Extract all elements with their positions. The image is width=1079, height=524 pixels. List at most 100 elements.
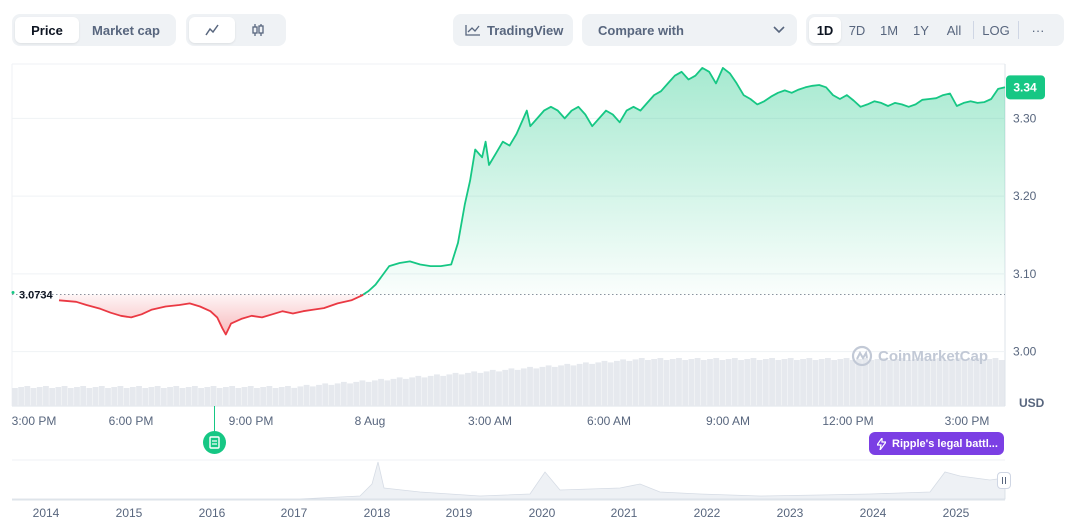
volume-bar	[55, 387, 62, 406]
volume-bar	[762, 359, 769, 406]
drag-handle-icon	[1002, 477, 1006, 484]
volume-bar	[514, 369, 521, 406]
y-tick-label: 3.00	[1013, 345, 1037, 359]
watermark: CoinMarketCap	[851, 345, 988, 367]
navigator-year-label: 2018	[364, 506, 391, 520]
x-tick-label: 9:00 AM	[706, 414, 750, 428]
volume-bar	[812, 360, 819, 406]
volume-bar	[713, 358, 720, 406]
watermark-text: CoinMarketCap	[878, 347, 989, 365]
volume-bar	[645, 360, 651, 406]
volume-bar	[384, 380, 391, 406]
volume-bar	[247, 386, 254, 406]
volume-bar	[328, 384, 335, 406]
volume-bar	[452, 372, 459, 406]
y-tick-label: 3.10	[1013, 267, 1037, 281]
volume-bar	[67, 388, 74, 406]
volume-bar	[607, 362, 614, 406]
volume-bar	[191, 386, 198, 406]
volume-bar	[818, 359, 825, 406]
volume-bar	[781, 359, 788, 406]
unit-label: USD	[1019, 396, 1045, 410]
x-tick-label: 12:00 PM	[822, 414, 873, 428]
volume-bar	[465, 372, 471, 406]
volume-bar	[564, 363, 571, 406]
volume-bar	[235, 388, 242, 406]
volume-bar	[663, 360, 670, 406]
navigator-year-label: 2024	[860, 506, 887, 520]
navigator-handle[interactable]	[997, 472, 1011, 489]
volume-bar	[688, 359, 695, 406]
navigator-year-label: 2022	[694, 506, 721, 520]
volume-bar	[396, 377, 403, 406]
volume-bar	[738, 360, 744, 406]
volume-bar	[30, 388, 37, 406]
volume-bar	[179, 388, 186, 406]
volume-bar	[148, 387, 155, 406]
lightning-icon	[877, 437, 886, 450]
volume-bar	[111, 387, 118, 406]
volume-bar	[409, 377, 416, 406]
volume-bar	[285, 386, 291, 406]
volume-bar	[136, 386, 142, 406]
volume-bar	[303, 384, 310, 406]
volume-bar	[601, 360, 608, 406]
volume-bar	[24, 386, 31, 406]
volume-bar	[725, 359, 732, 406]
volume-bar	[185, 387, 192, 406]
volume-bar	[582, 362, 589, 406]
x-tick-label: 6:00 PM	[109, 414, 154, 428]
ripple-news-pill[interactable]: Ripple's legal battl...	[869, 432, 1004, 455]
navigator-history-area	[12, 461, 1006, 500]
navigator-year-label: 2014	[33, 506, 60, 520]
volume-bar	[297, 386, 304, 406]
volume-bar	[154, 386, 161, 406]
volume-bar	[49, 388, 56, 406]
volume-bar	[458, 374, 465, 406]
x-tick-label: 3:00 PM	[12, 414, 57, 428]
current-price-label: 3.34	[1013, 80, 1037, 94]
volume-bar	[254, 388, 260, 406]
x-tick-label: 8 Aug	[355, 414, 386, 428]
volume-bar	[825, 358, 831, 406]
volume-bar	[694, 358, 701, 406]
volume-bar	[340, 381, 347, 406]
volume-bar	[322, 383, 329, 406]
volume-bar	[316, 384, 322, 406]
volume-bar	[756, 360, 763, 406]
volume-bar	[291, 387, 298, 406]
volume-bar	[620, 359, 627, 406]
news-event-marker[interactable]	[203, 431, 226, 454]
volume-bar	[558, 365, 564, 406]
volume-bar	[775, 360, 782, 406]
volume-bar	[657, 358, 664, 406]
navigator-year-label: 2021	[611, 506, 638, 520]
x-tick-label: 9:00 PM	[229, 414, 274, 428]
volume-bar	[570, 365, 577, 406]
volume-bar	[334, 383, 341, 406]
volume-bar	[167, 387, 173, 406]
y-tick-label: 3.20	[1013, 189, 1037, 203]
volume-bar	[421, 377, 428, 406]
volume-bar	[520, 368, 527, 406]
volume-bar	[638, 358, 645, 406]
volume-bar	[142, 388, 149, 406]
volume-bar	[173, 386, 180, 406]
volume-bar	[36, 387, 43, 406]
volume-bar	[508, 368, 515, 406]
volume-bar	[415, 375, 422, 406]
volume-bar	[576, 363, 583, 406]
timeline-navigator[interactable]: 2014 2015 2016 2017 2018 2019 2020 2021 2022 2023…	[0, 454, 1079, 524]
volume-bar	[229, 386, 236, 406]
volume-bar	[266, 386, 273, 406]
volume-bar	[545, 365, 552, 406]
volume-bar	[719, 360, 726, 406]
volume-bar	[390, 378, 397, 406]
volume-bar	[682, 360, 689, 406]
volume-bar	[123, 388, 130, 406]
volume-bar	[378, 378, 384, 406]
volume-bar	[223, 387, 229, 406]
baseline-label: 3.0734	[19, 290, 54, 302]
volume-bar	[353, 381, 360, 406]
volume-bar	[707, 359, 713, 406]
